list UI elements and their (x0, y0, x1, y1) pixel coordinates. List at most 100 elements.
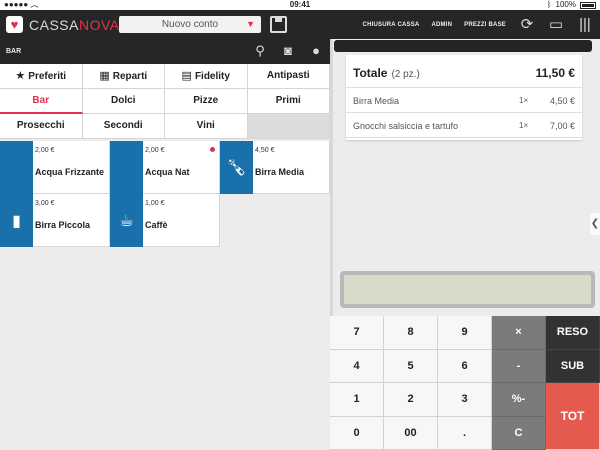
bottle-icon: 🍾︎ (220, 141, 253, 194)
star-icon: ★ (15, 70, 26, 82)
category-header: BAR ⚲ ◙ ● (0, 39, 330, 64)
tab-label: Bar (32, 95, 50, 106)
tab-preferiti[interactable]: ★ Preferiti (0, 64, 83, 89)
conto-select[interactable]: Nuovo conto ▼ (119, 16, 261, 33)
receipt-line[interactable]: Gnocchi salsiccia e tartufo 1× 7,00 € (346, 113, 582, 138)
tab-label: Dolci (111, 95, 136, 106)
tab-dolci[interactable]: Dolci (82, 89, 165, 114)
total-label: Totale (2 pz.) (353, 66, 420, 80)
line-qty: 1× (519, 121, 529, 130)
category-tabs: ★ Preferiti ▦ Reparti ▤ Fidelity Antipasti … (0, 64, 330, 139)
admin-link[interactable]: ADMIN (431, 22, 452, 28)
save-icon[interactable] (270, 16, 287, 33)
key-7[interactable]: 7 (330, 316, 384, 350)
tab-label: Primi (275, 95, 301, 106)
tab-prosecchi[interactable]: Prosecchi (0, 114, 83, 139)
product-tile[interactable]: 2,00 € Acqua Nat (110, 141, 220, 194)
key-00[interactable]: 00 (384, 416, 438, 450)
receipt-printer-slot (334, 40, 592, 52)
key-multiply[interactable]: × (492, 316, 546, 350)
barcode-icon[interactable]: ||| (575, 15, 595, 35)
prezzi-base-link[interactable]: PREZZI BASE (464, 22, 506, 28)
key-2[interactable]: 2 (384, 383, 438, 417)
chevron-down-icon: ▼ (246, 19, 255, 29)
key-1[interactable]: 1 (330, 383, 384, 417)
line-price: 7,00 € (549, 121, 575, 131)
refresh-icon[interactable]: ⟳ (517, 15, 537, 35)
key-4[interactable]: 4 (330, 349, 384, 383)
tab-pizze[interactable]: Pizze (165, 89, 248, 114)
product-tile[interactable]: 🍾︎ 4,50 € Birra Media (220, 141, 330, 194)
tab-reparti[interactable]: ▦ Reparti (82, 64, 165, 89)
tab-label: Secondi (103, 120, 143, 131)
product-name: Acqua Nat (145, 167, 190, 177)
status-bar: ●●●●● ︵ 09:41 ᛒ 100% (0, 0, 600, 10)
product-tile[interactable]: ▮ 3,00 € Birra Piccola (0, 194, 110, 247)
tab-antipasti[interactable]: Antipasti (247, 64, 330, 89)
key-percent-discount[interactable]: %- (492, 383, 546, 417)
side-panel-handle[interactable]: ❮ (590, 213, 600, 235)
tab-row: ★ Preferiti ▦ Reparti ▤ Fidelity Antipasti (0, 64, 330, 89)
key-minus[interactable]: - (492, 349, 546, 383)
key-sub[interactable]: SUB (546, 349, 600, 383)
line-name: Gnocchi salsiccia e tartufo (353, 121, 459, 131)
key-dot[interactable]: . (438, 416, 492, 450)
receipt: Totale (2 pz.) 11,50 € Birra Media 1× 4,5… (346, 55, 582, 140)
tab-label: Vini (196, 120, 215, 131)
line-price: 4,50 € (549, 96, 575, 106)
key-0[interactable]: 0 (330, 416, 384, 450)
key-6[interactable]: 6 (438, 349, 492, 383)
total-value: 11,50 € (535, 66, 575, 80)
key-9[interactable]: 9 (438, 316, 492, 350)
product-tile[interactable]: ☕︎ 1,00 € Caffè (110, 194, 220, 247)
tab-vini[interactable]: Vini (165, 114, 248, 139)
conto-select-value: Nuovo conto (161, 19, 219, 30)
total-count: (2 pz.) (391, 69, 420, 80)
camera-icon[interactable]: ◙ (279, 42, 297, 60)
tab-secondi[interactable]: Secondi (82, 114, 165, 139)
search-icon[interactable]: ⚲ (251, 42, 269, 60)
key-8[interactable]: 8 (384, 316, 438, 350)
key-clear[interactable]: C (492, 416, 546, 450)
brand-part1: CASSA (29, 16, 79, 33)
product-price: 1,00 € (145, 200, 165, 207)
product-name: Caffè (145, 220, 168, 230)
key-reso[interactable]: RESO (546, 316, 600, 350)
top-links: CHIUSURA CASSA ADMIN PREZZI BASE (363, 10, 506, 39)
product-price: 2,00 € (35, 147, 55, 154)
line-name: Birra Media (353, 96, 400, 106)
tab-label: Antipasti (266, 70, 310, 81)
status-time: 09:41 (289, 0, 311, 9)
tab-primi[interactable]: Primi (247, 89, 330, 114)
tab-label: Fidelity (194, 71, 230, 82)
total-label-text: Totale (353, 66, 388, 80)
key-tot[interactable]: TOT (546, 383, 600, 450)
brand-part2: NOVA (78, 16, 120, 33)
tab-label: Pizze (193, 95, 219, 106)
key-5[interactable]: 5 (384, 349, 438, 383)
battery-icon (580, 1, 596, 9)
product-price: 2,00 € (145, 147, 165, 154)
tab-bar[interactable]: Bar (0, 89, 83, 114)
card-icon: ▤ (181, 70, 192, 82)
tab-row: Prosecchi Secondi Vini (0, 114, 330, 139)
register-icon[interactable]: ▭ (546, 15, 566, 35)
category-title: BAR (6, 48, 22, 55)
tab-empty (247, 114, 330, 139)
amount-display (340, 271, 595, 308)
bottle-icon: ▮ (0, 194, 33, 247)
tab-label: Prosecchi (16, 120, 65, 131)
tab-row: Bar Dolci Pizze Primi (0, 89, 330, 114)
product-name: Birra Piccola (35, 220, 91, 230)
app-logo: ♥ CASSANOVA (6, 16, 120, 33)
key-3[interactable]: 3 (438, 383, 492, 417)
product-price: 3,00 € (35, 200, 55, 207)
heart-logo-icon: ♥ (6, 16, 23, 33)
receipt-line[interactable]: Birra Media 1× 4,50 € (346, 88, 582, 113)
product-color-strip (0, 141, 33, 194)
chiusura-cassa-link[interactable]: CHIUSURA CASSA (363, 22, 420, 28)
product-tile[interactable]: 2,00 € Acqua Frizzante (0, 141, 110, 194)
tab-fidelity[interactable]: ▤ Fidelity (165, 64, 248, 89)
tab-label: Preferiti (28, 71, 67, 82)
user-icon[interactable]: ● (307, 42, 325, 60)
